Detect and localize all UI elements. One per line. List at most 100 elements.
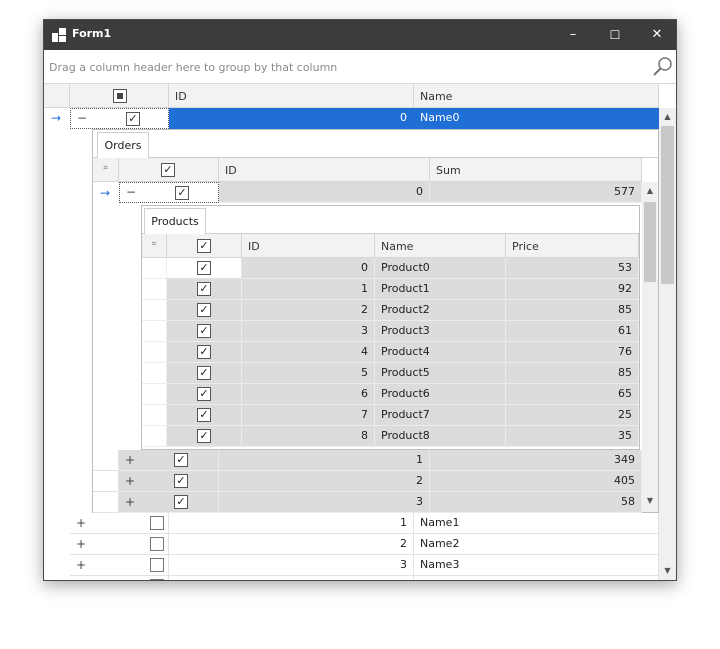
- main-row-checkbox[interactable]: [150, 579, 164, 580]
- orders-row-sum[interactable]: 349: [430, 450, 642, 471]
- main-header-name[interactable]: Name: [414, 84, 659, 108]
- product-row-name[interactable]: Product3: [375, 321, 506, 342]
- main-row-id[interactable]: 3: [169, 555, 414, 576]
- main-row-partial-expand[interactable]: [70, 576, 169, 580]
- product-row-name[interactable]: Product6: [375, 384, 506, 405]
- product-row-id[interactable]: 0: [242, 258, 375, 279]
- orders-column-chooser-icon[interactable]: ⌗: [93, 158, 119, 182]
- main-scrollbar[interactable]: ▲ ▼: [659, 108, 676, 580]
- product-row-checkbox[interactable]: ✓: [197, 303, 211, 317]
- orders-scrollbar[interactable]: ▲ ▼: [642, 182, 658, 512]
- main-row-0-name[interactable]: Name0: [414, 108, 659, 129]
- orders-tab[interactable]: Orders: [97, 132, 149, 159]
- products-row-check-cell[interactable]: ✓: [167, 258, 242, 279]
- scroll-up-arrow-icon[interactable]: ▲: [659, 112, 676, 121]
- main-row-id[interactable]: 2: [169, 534, 414, 555]
- main-row-id[interactable]: 1: [169, 513, 414, 534]
- product-row-checkbox[interactable]: ✓: [197, 324, 211, 338]
- product-row-price[interactable]: 25: [506, 405, 639, 426]
- orders-row-checkbox[interactable]: ✓: [174, 453, 188, 467]
- product-row-checkbox[interactable]: ✓: [197, 261, 211, 275]
- product-row-name[interactable]: Product1: [375, 279, 506, 300]
- close-button[interactable]: ✕: [636, 20, 676, 50]
- orders-row-id[interactable]: 2: [219, 471, 430, 492]
- product-row-name[interactable]: Product7: [375, 405, 506, 426]
- products-row-check-cell[interactable]: ✓: [167, 342, 242, 363]
- expand-icon[interactable]: +: [125, 474, 135, 488]
- product-row-checkbox[interactable]: ✓: [197, 345, 211, 359]
- product-row-price[interactable]: 92: [506, 279, 639, 300]
- orders-header-sum[interactable]: Sum: [430, 158, 642, 182]
- orders-row-checkbox[interactable]: ✓: [174, 495, 188, 509]
- product-row-price[interactable]: 53: [506, 258, 639, 279]
- title-bar[interactable]: Form1 – ☐ ✕: [44, 20, 676, 50]
- products-row-check-cell[interactable]: ✓: [167, 300, 242, 321]
- main-scroll-thumb[interactable]: [661, 126, 674, 284]
- orders-row-id[interactable]: 3: [219, 492, 430, 513]
- product-row-name[interactable]: Product8: [375, 426, 506, 447]
- main-row-name[interactable]: Name1: [414, 513, 659, 534]
- product-row-price[interactable]: 61: [506, 321, 639, 342]
- expand-icon[interactable]: +: [76, 516, 86, 530]
- orders-row-checkbox[interactable]: ✓: [174, 474, 188, 488]
- expand-icon[interactable]: +: [125, 453, 135, 467]
- orders-row-expand[interactable]: + ✓: [119, 450, 219, 471]
- main-header-id[interactable]: ID: [169, 84, 414, 108]
- main-row-checkbox[interactable]: [150, 537, 164, 551]
- product-row-id[interactable]: 4: [242, 342, 375, 363]
- collapse-icon[interactable]: −: [77, 111, 87, 125]
- product-row-name[interactable]: Product2: [375, 300, 506, 321]
- main-row-0-expand[interactable]: − ✓: [70, 108, 169, 129]
- products-row-check-cell[interactable]: ✓: [167, 384, 242, 405]
- products-tab[interactable]: Products: [144, 208, 206, 235]
- main-row-expand[interactable]: +: [70, 534, 169, 555]
- products-row-check-cell[interactable]: ✓: [167, 321, 242, 342]
- product-row-checkbox[interactable]: ✓: [197, 282, 211, 296]
- orders-select-all-checkbox[interactable]: ✓: [161, 163, 175, 177]
- products-row-check-cell[interactable]: ✓: [167, 363, 242, 384]
- main-row-name[interactable]: Name3: [414, 555, 659, 576]
- products-row-check-cell[interactable]: ✓: [167, 426, 242, 447]
- product-row-price[interactable]: 76: [506, 342, 639, 363]
- orders-row-0-expand[interactable]: − ✓: [119, 182, 219, 203]
- products-header-name[interactable]: Name: [375, 234, 506, 258]
- product-row-id[interactable]: 1: [242, 279, 375, 300]
- orders-row-expand[interactable]: + ✓: [119, 471, 219, 492]
- main-row-0-checkbox[interactable]: ✓: [126, 112, 140, 126]
- product-row-price[interactable]: 85: [506, 300, 639, 321]
- main-row-expand[interactable]: +: [70, 555, 169, 576]
- minimize-button[interactable]: –: [552, 20, 594, 50]
- orders-row-0-sum[interactable]: 577: [430, 182, 642, 203]
- main-row-0-id[interactable]: 0: [169, 108, 414, 129]
- orders-row-sum[interactable]: 405: [430, 471, 642, 492]
- orders-row-expand[interactable]: + ✓: [119, 492, 219, 513]
- scroll-down-arrow-icon[interactable]: ▼: [642, 496, 658, 505]
- product-row-name[interactable]: Product0: [375, 258, 506, 279]
- product-row-price[interactable]: 85: [506, 363, 639, 384]
- products-column-chooser-icon[interactable]: ⌗: [142, 234, 167, 258]
- orders-row-0-id[interactable]: 0: [219, 182, 430, 203]
- collapse-icon[interactable]: −: [126, 185, 136, 199]
- main-row-checkbox[interactable]: [150, 516, 164, 530]
- main-row-checkbox[interactable]: [150, 558, 164, 572]
- orders-row-id[interactable]: 1: [219, 450, 430, 471]
- product-row-price[interactable]: 35: [506, 426, 639, 447]
- product-row-id[interactable]: 5: [242, 363, 375, 384]
- maximize-button[interactable]: ☐: [594, 20, 636, 50]
- products-header-price[interactable]: Price: [506, 234, 639, 258]
- products-row-check-cell[interactable]: ✓: [167, 405, 242, 426]
- search-icon[interactable]: [652, 56, 674, 78]
- products-select-all-checkbox[interactable]: ✓: [197, 239, 211, 253]
- main-select-all-checkbox[interactable]: [113, 89, 127, 103]
- scroll-up-arrow-icon[interactable]: ▲: [642, 186, 658, 195]
- group-panel[interactable]: Drag a column header here to group by th…: [44, 50, 676, 84]
- main-row-expand[interactable]: +: [70, 513, 169, 534]
- orders-row-sum[interactable]: 58: [430, 492, 642, 513]
- product-row-id[interactable]: 3: [242, 321, 375, 342]
- product-row-id[interactable]: 2: [242, 300, 375, 321]
- product-row-price[interactable]: 65: [506, 384, 639, 405]
- product-row-id[interactable]: 8: [242, 426, 375, 447]
- main-row-partial-id[interactable]: [169, 576, 414, 580]
- products-header-id[interactable]: ID: [242, 234, 375, 258]
- product-row-checkbox[interactable]: ✓: [197, 387, 211, 401]
